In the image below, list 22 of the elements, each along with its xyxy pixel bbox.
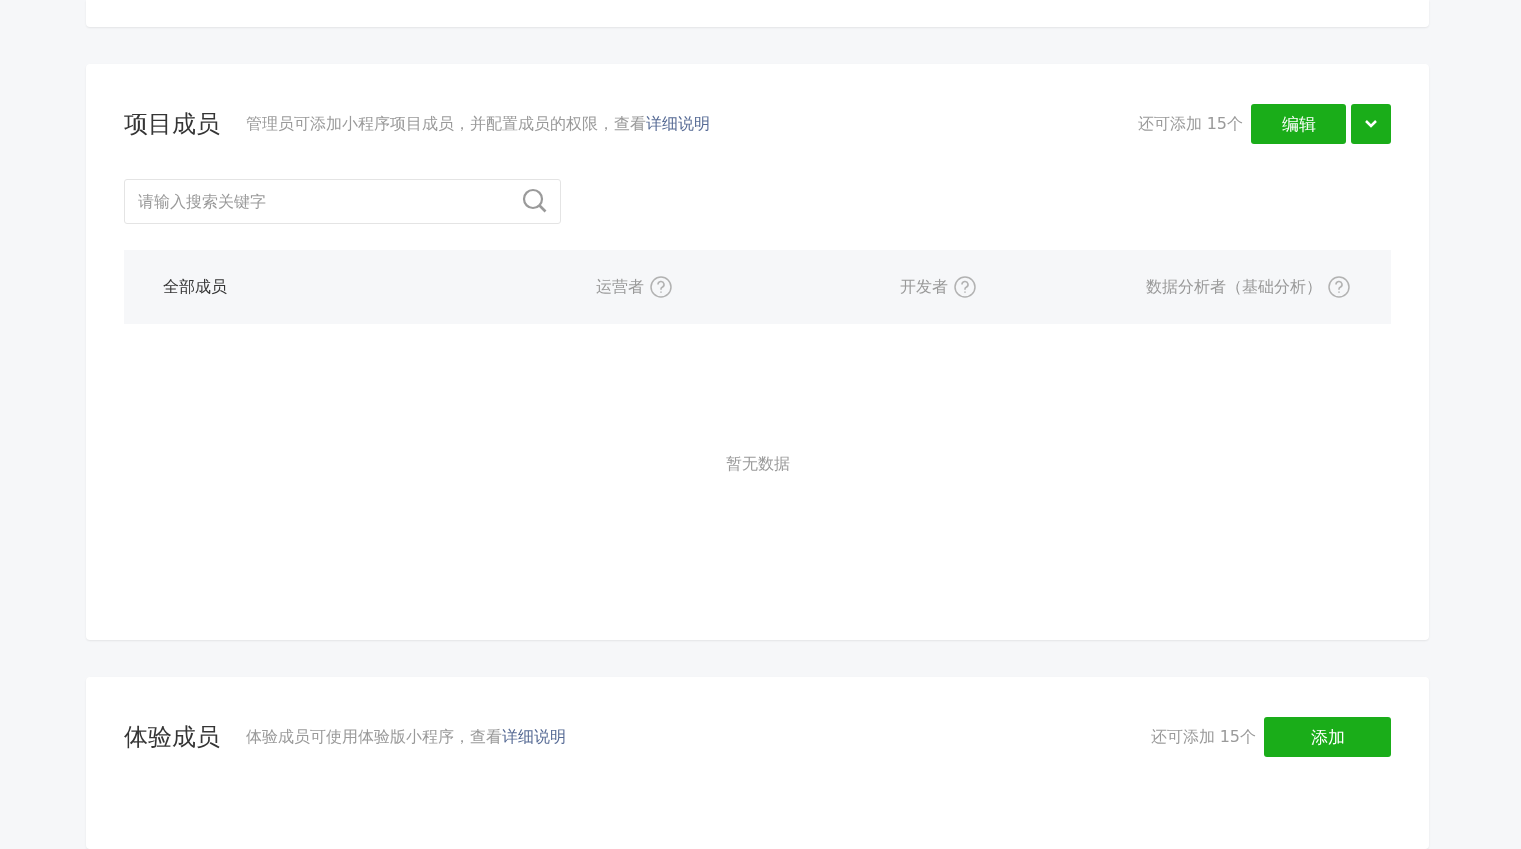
help-icon[interactable] (954, 276, 976, 298)
section-title: 体验成员 (124, 722, 220, 753)
section-title: 项目成员 (124, 109, 220, 140)
search-icon (522, 188, 548, 214)
column-header: 全部成员 (163, 276, 227, 298)
details-link[interactable]: 详细说明 (646, 113, 710, 133)
column-header: 开发者 (900, 276, 948, 298)
section-description: 管理员可添加小程序项目成员，并配置成员的权限，查看详细说明 (246, 113, 711, 135)
section-description: 体验成员可使用体验版小程序，查看详细说明 (246, 726, 567, 748)
chevron-down-icon (1364, 119, 1378, 129)
details-link[interactable]: 详细说明 (502, 726, 566, 746)
help-icon[interactable] (1328, 276, 1350, 298)
add-button[interactable]: 添加 (1264, 717, 1391, 757)
search-field[interactable]: 请输入搜索关键字 (124, 179, 561, 224)
empty-message: 暂无数据 (725, 453, 790, 475)
edit-button[interactable]: 编辑 (1251, 104, 1346, 144)
dropdown-button[interactable] (1351, 104, 1391, 144)
column-header: 数据分析者（基础分析） (1146, 276, 1322, 298)
remaining-count: 还可添加 15个 (1137, 113, 1243, 135)
help-icon[interactable] (650, 276, 672, 298)
remaining-count: 还可添加 15个 (1150, 726, 1256, 748)
column-header: 运营者 (596, 276, 644, 298)
